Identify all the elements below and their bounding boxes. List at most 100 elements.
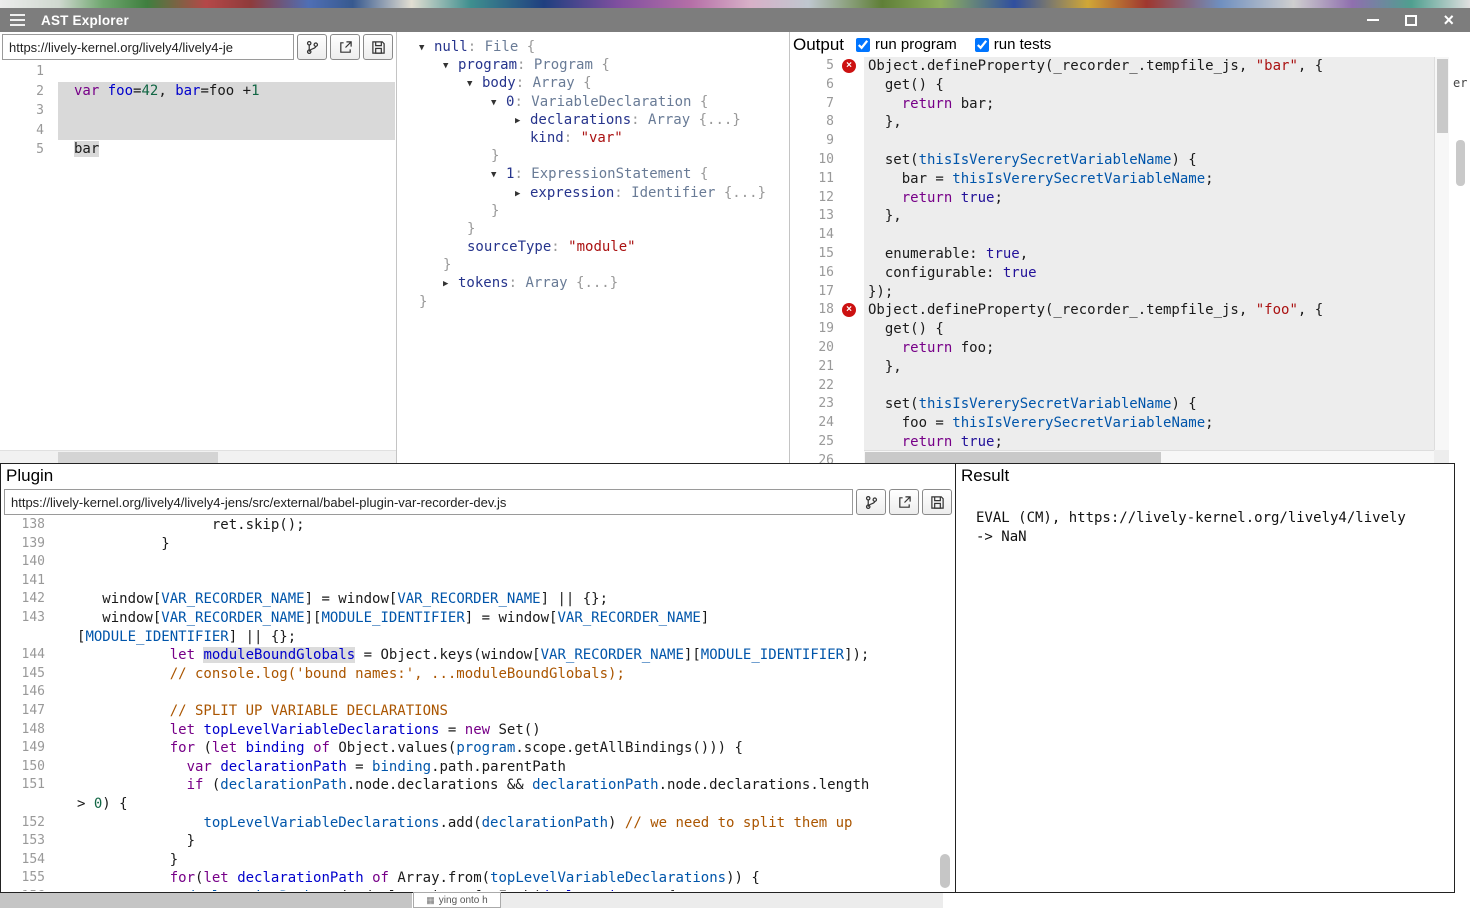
ast-node[interactable]: ▼body: Array {: [419, 74, 766, 92]
plugin-url-row: [4, 489, 952, 515]
code-line: 146: [1, 683, 955, 702]
ast-node[interactable]: ▶declarations: Array {...}: [419, 111, 766, 129]
line-number: 8: [790, 113, 838, 132]
gutter-marker-slot: [838, 377, 864, 396]
plugin-url-input[interactable]: [4, 489, 853, 515]
line-number: 154: [1, 851, 59, 870]
code-line: 11 bar = thisIsVererySecretVariableName;: [790, 170, 1449, 189]
ast-node[interactable]: }: [419, 220, 766, 238]
save-button[interactable]: [922, 489, 952, 515]
source-code-editor[interactable]: 12var foo=42, bar=foo +1345bar: [0, 62, 395, 449]
code-line: 144 let moduleBoundGlobals = Object.keys…: [1, 646, 955, 665]
line-number: 7: [790, 95, 838, 114]
scrollbar-thumb[interactable]: [58, 452, 218, 463]
line-number: [1, 628, 59, 647]
ast-node[interactable]: sourceType: "module": [419, 238, 766, 256]
source-url-input[interactable]: [2, 34, 294, 60]
output-horizontal-scrollbar[interactable]: [864, 450, 1434, 463]
checkbox-label: run tests: [994, 36, 1052, 53]
open-external-button[interactable]: [889, 489, 919, 515]
result-pane: Result EVAL (CM), https://lively-kernel.…: [956, 464, 1455, 892]
collapse-arrow-icon[interactable]: ▼: [419, 39, 434, 57]
code-text: return foo;: [864, 339, 1449, 358]
code-text: var foo=42, bar=foo +1: [58, 82, 395, 102]
branch-button[interactable]: [856, 489, 886, 515]
gutter-marker-slot: [838, 170, 864, 189]
code-text: [58, 62, 395, 82]
ast-node[interactable]: ▼1: ExpressionStatement {: [419, 165, 766, 183]
expand-arrow-icon[interactable]: ▶: [443, 275, 458, 293]
run-tests-checkbox[interactable]: [975, 38, 989, 52]
bottom-strip: ▦ ying onto h: [0, 893, 1455, 908]
ast-node[interactable]: ▶expression: Identifier {...}: [419, 184, 766, 202]
collapse-arrow-icon[interactable]: ▼: [467, 75, 482, 93]
code-text: Object.defineProperty(_recorder_.tempfil…: [864, 57, 1449, 76]
run-program-checkbox[interactable]: [856, 38, 870, 52]
code-line: 24 foo = thisIsVererySecretVariableName;: [790, 414, 1449, 433]
output-pane: Output run programrun tests 5×Object.def…: [790, 32, 1449, 463]
ast-node[interactable]: ▼program: Program {: [419, 56, 766, 74]
code-text: // SPLIT UP VARIABLE DECLARATIONS: [59, 702, 955, 721]
plugin-hscrollbar-track[interactable]: [501, 893, 943, 908]
code-text: if (declarationPath.node.declarations &&…: [59, 776, 955, 795]
scrollbar-thumb[interactable]: [865, 452, 1161, 463]
line-number: 138: [1, 516, 59, 535]
checkbox-item-run-program[interactable]: run program: [856, 36, 957, 53]
code-text: var declarationPath = binding.path.paren…: [59, 758, 955, 777]
plugin-hscrollbar-thumb[interactable]: [0, 893, 412, 908]
collapse-arrow-icon[interactable]: ▼: [491, 94, 506, 112]
line-number: 147: [1, 702, 59, 721]
expand-arrow-icon[interactable]: ▶: [515, 112, 530, 130]
ast-node[interactable]: }: [419, 293, 766, 311]
ast-node[interactable]: }: [419, 202, 766, 220]
expand-arrow-icon[interactable]: ▶: [515, 185, 530, 203]
plugin-scrollbar-thumb[interactable]: [940, 854, 950, 888]
line-number: 20: [790, 339, 838, 358]
gutter-marker-slot: [838, 339, 864, 358]
gutter-marker-slot: ×: [838, 57, 864, 76]
line-number: 15: [790, 245, 838, 264]
collapse-arrow-icon[interactable]: ▼: [491, 166, 506, 184]
code-text: get() {: [864, 320, 1449, 339]
code-text: topLevelVariableDeclarations.add(declara…: [59, 814, 955, 833]
minimize-button[interactable]: [1367, 19, 1379, 21]
close-button[interactable]: ×: [1443, 11, 1454, 29]
code-line: 9: [790, 132, 1449, 151]
gutter-marker-slot: [838, 207, 864, 226]
line-number: 18: [790, 301, 838, 320]
collapse-arrow-icon[interactable]: ▼: [443, 57, 458, 75]
code-line: 152 topLevelVariableDeclarations.add(dec…: [1, 814, 955, 833]
branch-button[interactable]: [297, 34, 327, 60]
window-titlebar[interactable]: AST Explorer ×: [0, 8, 1470, 32]
output-code-view[interactable]: 5×Object.defineProperty(_recorder_.tempf…: [790, 57, 1449, 463]
menu-icon[interactable]: [10, 14, 25, 26]
scrollbar-thumb[interactable]: [1437, 59, 1448, 133]
error-icon[interactable]: ×: [842, 303, 856, 317]
save-button[interactable]: [363, 34, 393, 60]
error-icon[interactable]: ×: [842, 59, 856, 73]
window-controls: ×: [1367, 11, 1454, 29]
code-line: 21 },: [790, 358, 1449, 377]
code-line: 5×Object.defineProperty(_recorder_.tempf…: [790, 57, 1449, 76]
code-line: [MODULE_IDENTIFIER] || {};: [1, 628, 955, 647]
maximize-button[interactable]: [1405, 15, 1417, 26]
open-external-button[interactable]: [330, 34, 360, 60]
ast-node[interactable]: }: [419, 147, 766, 165]
ast-node[interactable]: ▶tokens: Array {...}: [419, 274, 766, 292]
ast-node[interactable]: ▼0: VariableDeclaration {: [419, 93, 766, 111]
output-vertical-scrollbar[interactable]: [1434, 57, 1449, 450]
code-text: > 0) {: [59, 795, 955, 814]
line-number: 141: [1, 572, 59, 591]
code-line: 154 }: [1, 851, 955, 870]
branch-icon: [305, 40, 320, 55]
plugin-code-editor[interactable]: 138 ret.skip();139 }140141142 window[VAR…: [1, 516, 955, 891]
code-text: [59, 553, 955, 572]
checkbox-item-run-tests[interactable]: run tests: [975, 36, 1052, 53]
ast-node[interactable]: ▼null: File {: [419, 38, 766, 56]
ast-node[interactable]: }: [419, 256, 766, 274]
gutter-marker-slot: [838, 95, 864, 114]
window-title: AST Explorer: [41, 13, 129, 28]
source-horizontal-scrollbar[interactable]: [0, 450, 396, 463]
ast-node[interactable]: kind: "var": [419, 129, 766, 147]
ast-tree[interactable]: ▼null: File {▼program: Program {▼body: A…: [419, 38, 766, 311]
